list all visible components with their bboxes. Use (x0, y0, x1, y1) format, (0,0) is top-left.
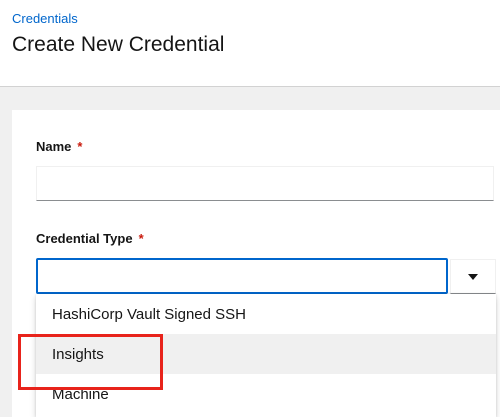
caret-down-icon (468, 273, 478, 280)
credential-type-toggle-button[interactable] (450, 259, 496, 294)
name-label-text: Name (36, 139, 72, 154)
form-card: Name * Credential Type * HashiCorp Vault S… (12, 110, 500, 417)
breadcrumb-credentials[interactable]: Credentials (12, 11, 78, 26)
credential-type-label-text: Credential Type (36, 231, 133, 246)
credential-type-required-marker: * (138, 231, 144, 246)
name-label: Name * (36, 139, 82, 154)
menu-item-insights[interactable]: Insights (36, 334, 496, 374)
name-required-marker: * (77, 139, 83, 154)
menu-item-machine[interactable]: Machine (36, 374, 496, 414)
credential-type-menu: HashiCorp Vault Signed SSH Insights Mach… (36, 294, 496, 417)
name-input[interactable] (36, 166, 494, 201)
credential-type-input[interactable] (36, 258, 448, 294)
menu-item-label: HashiCorp Vault Signed SSH (52, 305, 246, 323)
page-header: Credentials Create New Credential (0, 0, 500, 87)
credential-type-label: Credential Type * (36, 231, 144, 246)
menu-item-label: Machine (52, 385, 109, 403)
menu-item-hashicorp-vault-signed-ssh[interactable]: HashiCorp Vault Signed SSH (36, 294, 496, 334)
page-title: Create New Credential (12, 33, 225, 56)
menu-item-label: Insights (52, 345, 104, 363)
